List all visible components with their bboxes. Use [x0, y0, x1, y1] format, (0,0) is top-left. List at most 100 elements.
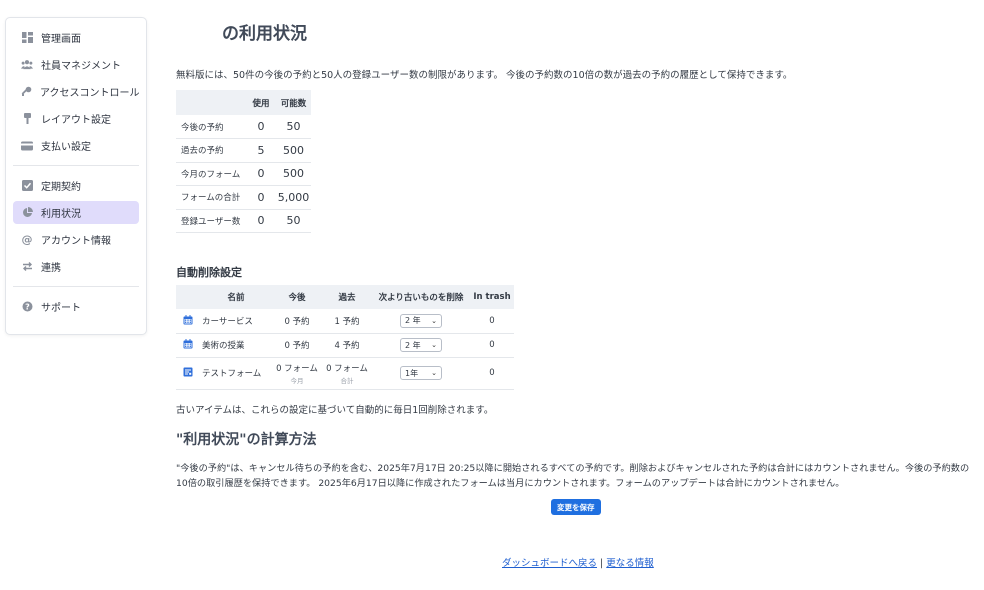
- auto-header-trash: In trash: [470, 285, 514, 309]
- auto-row-delete-after-cell: 2 年 ⌄: [372, 309, 470, 334]
- table-row: フォームの合計 0 5,000: [176, 185, 311, 210]
- sidebar-item-support[interactable]: ? サポート: [13, 295, 139, 318]
- usage-row-label: 今月のフォーム: [176, 162, 246, 186]
- usage-row-label: 過去の予約: [176, 138, 246, 163]
- chevron-down-icon: ⌄: [431, 341, 437, 349]
- auto-row-future: 0 予約: [272, 309, 322, 334]
- check-square-icon: [21, 180, 33, 192]
- page-title: の利用状況: [222, 24, 307, 44]
- auto-row-trash: 0: [470, 333, 514, 358]
- usage-row-limit: 50: [276, 209, 311, 233]
- sidebar-item-label: 利用状況: [41, 209, 81, 220]
- auto-delete-table: 名前 今後 過去 次より古いものを削除 In trash カーサービス 0 予約…: [176, 285, 514, 390]
- sidebar-item-label: 定期契約: [41, 182, 81, 193]
- auto-row-future-value: 0 予約: [284, 316, 310, 327]
- delete-after-select[interactable]: 1年 ⌄: [400, 366, 442, 380]
- arrows-swap-icon: [21, 261, 33, 273]
- auto-row-future-sub: 今月: [290, 376, 304, 385]
- sidebar-item-layout[interactable]: レイアウト設定: [13, 107, 139, 130]
- auto-row-trash: 0: [470, 357, 514, 390]
- sidebar-item-account[interactable]: @ アカウント情報: [13, 228, 139, 251]
- more-info-link[interactable]: 更なる情報: [606, 558, 654, 569]
- sidebar-item-integrations[interactable]: 連携: [13, 255, 139, 278]
- table-row: 今月のフォーム 0 500: [176, 162, 311, 186]
- sidebar-item-payment[interactable]: 支払い設定: [13, 134, 139, 157]
- delete-after-select[interactable]: 2 年 ⌄: [400, 338, 442, 352]
- delete-after-value: 2 年: [405, 340, 421, 350]
- table-row: 過去の予約 5 500: [176, 138, 311, 163]
- auto-row-future: 0 予約: [272, 333, 322, 358]
- usage-row-used: 0: [246, 115, 276, 139]
- usage-row-label: 今後の予約: [176, 115, 246, 139]
- auto-row-name: カーサービス: [200, 309, 272, 334]
- key-icon: [21, 86, 32, 98]
- usage-table-header: 使用 可能数: [176, 90, 311, 115]
- calc-title: "利用状況"の計算方法: [176, 432, 317, 448]
- auto-delete-title: 自動削除設定: [176, 266, 242, 279]
- pie-chart-icon: [21, 207, 33, 219]
- auto-row-delete-after-cell: 2 年 ⌄: [372, 333, 470, 358]
- footer-separator: |: [600, 558, 604, 569]
- sidebar-item-label: 連携: [41, 263, 61, 274]
- sidebar-item-subscription[interactable]: 定期契約: [13, 174, 139, 197]
- usage-row-used: 5: [246, 138, 276, 163]
- usage-row-used: 0: [246, 162, 276, 186]
- table-row: 今後の予約 0 50: [176, 115, 311, 139]
- sidebar-item-label: 管理画面: [41, 34, 81, 45]
- table-row: テストフォーム 0 フォーム 今月 0 フォーム 合計 1年 ⌄ 0: [176, 357, 514, 390]
- usage-table: 使用 可能数 今後の予約 0 50 過去の予約 5 500 今月のフォーム 0 …: [176, 90, 311, 233]
- form-icon: [183, 366, 194, 377]
- sidebar-item-label: 支払い設定: [41, 142, 91, 153]
- row-icon-cell: [176, 309, 200, 334]
- sidebar-item-label: サポート: [41, 303, 81, 314]
- delete-after-value: 1年: [405, 368, 419, 378]
- auto-row-past: 0 フォーム 合計: [322, 357, 372, 390]
- sidebar-item-usage[interactable]: 利用状況: [13, 201, 139, 224]
- auto-header-future: 今後: [272, 285, 322, 309]
- sidebar-item-label: アクセスコントロール: [40, 88, 140, 99]
- sidebar-item-staff[interactable]: 社員マネジメント: [13, 53, 139, 76]
- sidebar-divider: [13, 165, 139, 166]
- sidebar-divider: [13, 286, 139, 287]
- svg-text:?: ?: [25, 302, 30, 311]
- auto-row-name: テストフォーム: [200, 357, 272, 390]
- auto-row-past-value: 1 予約: [334, 316, 360, 327]
- sidebar-item-dashboard[interactable]: 管理画面: [13, 26, 139, 49]
- auto-row-future-value: 0 フォーム: [276, 363, 318, 374]
- auto-row-past-value: 0 フォーム: [326, 363, 368, 374]
- credit-card-icon: [21, 140, 33, 152]
- table-row: 登録ユーザー数 0 50: [176, 209, 311, 233]
- usage-header-limit: 可能数: [276, 90, 311, 115]
- chevron-down-icon: ⌄: [431, 316, 437, 325]
- auto-delete-header: 名前 今後 過去 次より古いものを削除 In trash: [176, 285, 514, 309]
- auto-header-icon: [176, 285, 200, 309]
- auto-row-past: 4 予約: [322, 333, 372, 358]
- brush-icon: [21, 113, 33, 125]
- auto-row-future: 0 フォーム 今月: [272, 357, 322, 390]
- users-icon: [21, 59, 33, 71]
- help-icon: ?: [21, 301, 33, 313]
- usage-row-limit: 500: [276, 138, 311, 163]
- delete-after-value: 2 年: [405, 316, 421, 326]
- usage-row-label: フォームの合計: [176, 185, 246, 210]
- sidebar-item-label: アカウント情報: [41, 236, 111, 247]
- at-icon: @: [21, 233, 33, 246]
- usage-row-limit: 500: [276, 162, 311, 186]
- table-row: カーサービス 0 予約 1 予約 2 年 ⌄ 0: [176, 309, 514, 334]
- auto-header-past: 過去: [322, 285, 372, 309]
- auto-row-past-sub: 合計: [340, 376, 354, 385]
- row-icon-cell: [176, 333, 200, 358]
- auto-row-trash: 0: [470, 309, 514, 334]
- calendar-icon: [183, 338, 194, 349]
- footer-links: ダッシュボードへ戻る | 更なる情報: [502, 555, 654, 569]
- save-button[interactable]: 変更を保存: [551, 499, 601, 515]
- usage-row-label: 登録ユーザー数: [176, 209, 246, 233]
- usage-row-limit: 5,000: [276, 185, 311, 210]
- delete-after-select[interactable]: 2 年 ⌄: [400, 313, 442, 328]
- usage-header-used: 使用: [246, 90, 276, 115]
- sidebar-item-access-control[interactable]: アクセスコントロール: [13, 80, 140, 103]
- calendar-icon: [183, 314, 194, 325]
- chevron-down-icon: ⌄: [431, 369, 437, 377]
- auto-header-name: 名前: [200, 285, 272, 309]
- back-to-dashboard-link[interactable]: ダッシュボードへ戻る: [502, 558, 597, 569]
